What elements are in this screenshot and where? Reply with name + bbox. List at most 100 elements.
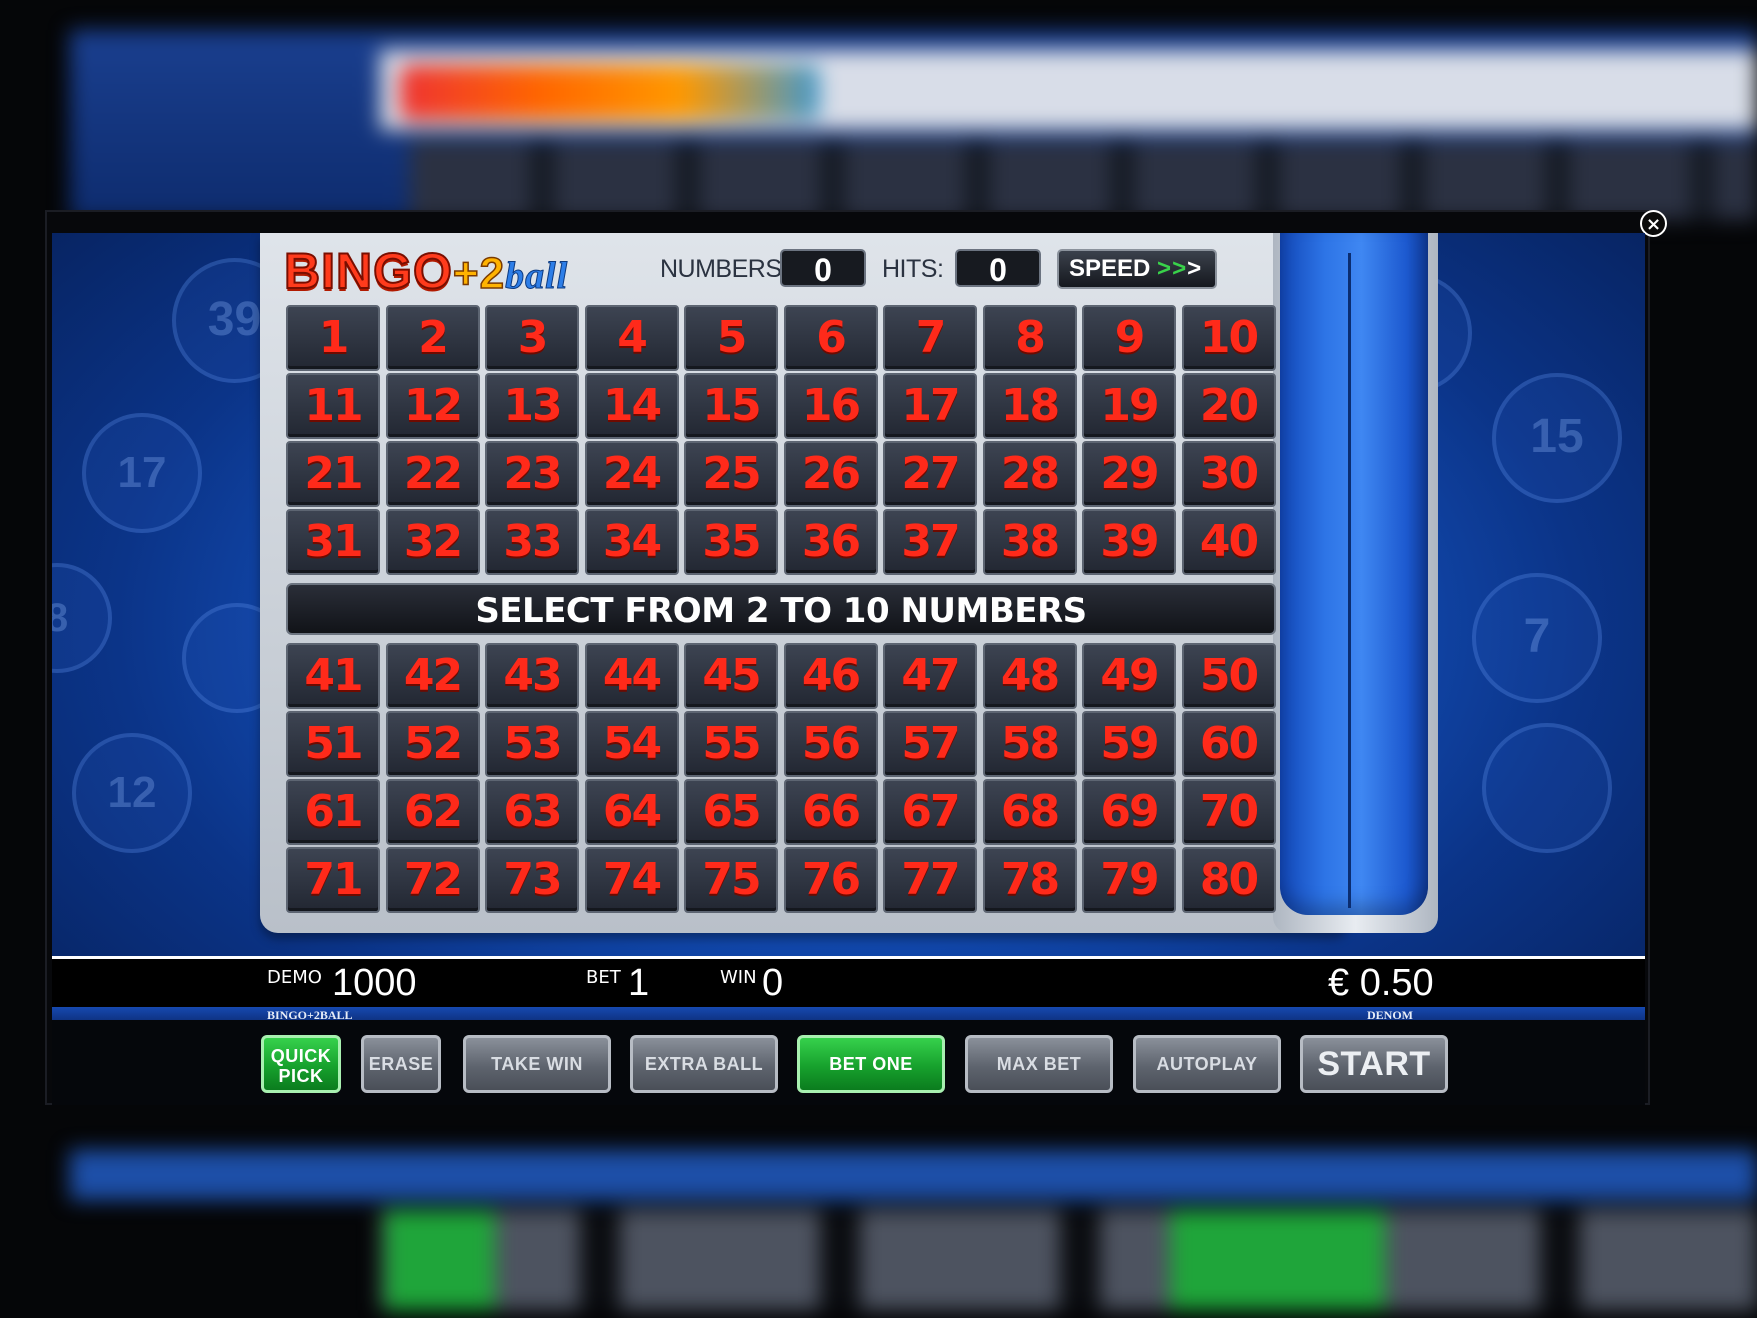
number-cell-67[interactable]: 67 — [883, 779, 977, 845]
number-cell-49[interactable]: 49 — [1082, 643, 1176, 709]
number-cell-68[interactable]: 68 — [982, 779, 1077, 845]
number-cell-43[interactable]: 43 — [485, 643, 579, 709]
number-cell-58[interactable]: 58 — [982, 711, 1077, 777]
speed-button[interactable]: SPEED >>> — [1057, 249, 1217, 289]
number-cell-6[interactable]: 6 — [783, 305, 878, 371]
number-cell-78[interactable]: 78 — [982, 847, 1077, 913]
number-cell-80[interactable]: 80 — [1181, 847, 1276, 913]
instruction-message: SELECT FROM 2 TO 10 NUMBERS — [286, 583, 1276, 635]
number-cell-76[interactable]: 76 — [783, 847, 878, 913]
quick-pick-button[interactable]: QUICK PICK — [261, 1035, 341, 1093]
number-cell-56[interactable]: 56 — [783, 711, 878, 777]
number-cell-64[interactable]: 64 — [584, 779, 679, 845]
number-cell-5[interactable]: 5 — [684, 305, 778, 371]
extra-ball-button[interactable]: EXTRA BALL — [630, 1035, 778, 1093]
number-cell-9[interactable]: 9 — [1082, 305, 1176, 371]
number-cell-32[interactable]: 32 — [385, 509, 480, 575]
number-cell-15[interactable]: 15 — [684, 373, 778, 439]
number-cell-24[interactable]: 24 — [584, 441, 679, 507]
number-cell-18[interactable]: 18 — [982, 373, 1077, 439]
number-cell-29[interactable]: 29 — [1082, 441, 1176, 507]
logo-ball: ball — [505, 255, 569, 298]
number-cell-12[interactable]: 12 — [385, 373, 480, 439]
number-cell-70[interactable]: 70 — [1181, 779, 1276, 845]
number-cell-27[interactable]: 27 — [883, 441, 977, 507]
number-cell-50[interactable]: 50 — [1181, 643, 1276, 709]
number-cell-30[interactable]: 30 — [1181, 441, 1276, 507]
number-cell-19[interactable]: 19 — [1082, 373, 1176, 439]
number-cell-8[interactable]: 8 — [982, 305, 1077, 371]
number-cell-72[interactable]: 72 — [385, 847, 480, 913]
number-cell-37[interactable]: 37 — [883, 509, 977, 575]
number-cell-46[interactable]: 46 — [783, 643, 878, 709]
demo-label: DEMO — [267, 967, 322, 988]
number-cell-69[interactable]: 69 — [1082, 779, 1176, 845]
number-cell-44[interactable]: 44 — [584, 643, 679, 709]
number-cell-20[interactable]: 20 — [1181, 373, 1276, 439]
board: BINGO+2ball NUMBERS: 0 HITS: 0 SPEED >>>… — [270, 233, 1340, 925]
number-cell-47[interactable]: 47 — [883, 643, 977, 709]
number-cell-33[interactable]: 33 — [485, 509, 579, 575]
speed-arrows-icon: >>> — [1157, 255, 1203, 282]
erase-button[interactable]: ERASE — [361, 1035, 441, 1093]
number-cell-31[interactable]: 31 — [286, 509, 380, 575]
number-cell-35[interactable]: 35 — [684, 509, 778, 575]
number-cell-75[interactable]: 75 — [684, 847, 778, 913]
start-button[interactable]: START — [1300, 1035, 1448, 1093]
number-cell-7[interactable]: 7 — [883, 305, 977, 371]
number-cell-57[interactable]: 57 — [883, 711, 977, 777]
number-cell-23[interactable]: 23 — [485, 441, 579, 507]
number-cell-61[interactable]: 61 — [286, 779, 380, 845]
number-cell-79[interactable]: 79 — [1082, 847, 1176, 913]
number-cell-59[interactable]: 59 — [1082, 711, 1176, 777]
number-cell-3[interactable]: 3 — [485, 305, 579, 371]
number-cell-21[interactable]: 21 — [286, 441, 380, 507]
number-cell-42[interactable]: 42 — [385, 643, 480, 709]
numbers-counter: 0 — [780, 249, 866, 288]
number-cell-10[interactable]: 10 — [1181, 305, 1276, 371]
number-cell-41[interactable]: 41 — [286, 643, 380, 709]
number-cell-53[interactable]: 53 — [485, 711, 579, 777]
number-cell-22[interactable]: 22 — [385, 441, 480, 507]
max-bet-button[interactable]: MAX BET — [965, 1035, 1113, 1093]
number-cell-2[interactable]: 2 — [385, 305, 480, 371]
bg-logo — [400, 65, 820, 120]
number-cell-40[interactable]: 40 — [1181, 509, 1276, 575]
number-cell-66[interactable]: 66 — [783, 779, 878, 845]
number-cell-63[interactable]: 63 — [485, 779, 579, 845]
number-cell-13[interactable]: 13 — [485, 373, 579, 439]
number-cell-39[interactable]: 39 — [1082, 509, 1176, 575]
number-cell-11[interactable]: 11 — [286, 373, 380, 439]
number-cell-55[interactable]: 55 — [684, 711, 778, 777]
number-cell-16[interactable]: 16 — [783, 373, 878, 439]
number-cell-65[interactable]: 65 — [684, 779, 778, 845]
ball-tube-divider — [1348, 253, 1351, 908]
number-cell-74[interactable]: 74 — [584, 847, 679, 913]
number-cell-14[interactable]: 14 — [584, 373, 679, 439]
number-cell-28[interactable]: 28 — [982, 441, 1077, 507]
number-cell-38[interactable]: 38 — [982, 509, 1077, 575]
number-cell-60[interactable]: 60 — [1181, 711, 1276, 777]
number-cell-34[interactable]: 34 — [584, 509, 679, 575]
number-cell-17[interactable]: 17 — [883, 373, 977, 439]
number-cell-77[interactable]: 77 — [883, 847, 977, 913]
number-cell-4[interactable]: 4 — [584, 305, 679, 371]
number-cell-26[interactable]: 26 — [783, 441, 878, 507]
number-cell-48[interactable]: 48 — [982, 643, 1077, 709]
number-cell-71[interactable]: 71 — [286, 847, 380, 913]
number-cell-54[interactable]: 54 — [584, 711, 679, 777]
number-cell-45[interactable]: 45 — [684, 643, 778, 709]
decorative-ball: 15 — [1492, 373, 1622, 503]
number-cell-52[interactable]: 52 — [385, 711, 480, 777]
bet-one-button[interactable]: BET ONE — [797, 1035, 945, 1093]
number-cell-36[interactable]: 36 — [783, 509, 878, 575]
decorative-ball: 7 — [1472, 573, 1602, 703]
take-win-button[interactable]: TAKE WIN — [463, 1035, 611, 1093]
autoplay-button[interactable]: AUTOPLAY — [1133, 1035, 1281, 1093]
decorative-ball: 8 — [52, 563, 112, 673]
number-cell-51[interactable]: 51 — [286, 711, 380, 777]
number-cell-62[interactable]: 62 — [385, 779, 480, 845]
number-cell-1[interactable]: 1 — [286, 305, 380, 371]
number-cell-73[interactable]: 73 — [485, 847, 579, 913]
number-cell-25[interactable]: 25 — [684, 441, 778, 507]
